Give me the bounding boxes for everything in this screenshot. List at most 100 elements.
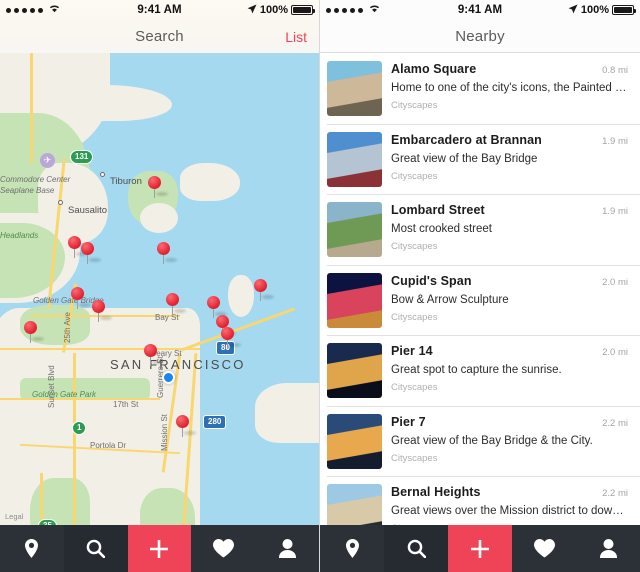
place-description: Great view of the Bay Bridge <box>391 152 538 165</box>
map-pin[interactable] <box>221 327 241 349</box>
tab-profile[interactable] <box>255 525 319 572</box>
map-view[interactable]: ✈ 13113580280TiburonSausalitoCommodore C… <box>0 53 319 525</box>
place-thumbnail <box>327 131 382 187</box>
map-land-angel <box>140 203 178 233</box>
plus-icon <box>149 539 169 559</box>
heart-icon <box>533 539 555 558</box>
map-pin[interactable] <box>144 344 164 366</box>
map-pin[interactable] <box>24 321 44 343</box>
place-category: Cityscapes <box>391 170 438 182</box>
list-item[interactable]: Pier 14 2.0 mi Great spot to capture the s… <box>320 335 640 406</box>
tab-map[interactable] <box>320 525 384 572</box>
list-item[interactable]: Pier 7 2.2 mi Great view of the Bay Bridge… <box>320 405 640 477</box>
map-pin-icon <box>23 539 40 558</box>
map-label-golden-gate-park: Golden Gate Park <box>32 390 97 399</box>
place-category: Cityscapes <box>391 100 438 111</box>
tab-add[interactable] <box>127 525 192 572</box>
place-thumbnail <box>327 202 382 257</box>
map-label-mission-st: Mission St <box>160 414 169 451</box>
place-description: Great views over the Mission district to… <box>391 505 628 517</box>
tab-favorites[interactable] <box>191 525 256 572</box>
map-pin[interactable] <box>166 293 186 315</box>
tab-bar-right[interactable] <box>320 525 640 572</box>
map-green-southhills <box>30 478 90 525</box>
place-description: Great spot to capture the sunrise. <box>391 364 562 376</box>
list-toggle-button[interactable]: List <box>285 29 307 45</box>
map-land-north <box>180 163 240 201</box>
place-thumbnail <box>327 484 382 525</box>
tab-add[interactable] <box>448 525 512 572</box>
current-location-dot <box>162 371 175 384</box>
place-category: Cityscapes <box>391 311 438 323</box>
place-distance: 1.9 mi <box>602 206 628 217</box>
plus-icon <box>470 539 490 559</box>
place-description: Home to one of the city's icons, the Pai… <box>391 82 628 94</box>
place-title: Alamo Square <box>391 62 477 76</box>
place-title: Pier 7 <box>391 414 426 429</box>
map-pin[interactable] <box>157 242 177 264</box>
tab-profile[interactable] <box>576 525 640 572</box>
battery-icon <box>291 5 315 15</box>
person-icon <box>278 539 296 558</box>
place-title: Pier 14 <box>391 344 433 358</box>
map-pin[interactable] <box>148 176 168 198</box>
place-distance: 2.2 mi <box>602 417 628 429</box>
map-pin[interactable] <box>176 415 196 437</box>
list-item[interactable]: Lombard Street 1.9 mi Most crooked street C… <box>320 194 640 265</box>
tab-map[interactable] <box>0 525 64 572</box>
list-item[interactable]: Cupid's Span 2.0 mi Bow & Arrow Sculpture C… <box>320 264 640 336</box>
status-bar-right: 9:41 AM 100% <box>320 0 640 20</box>
map-pin[interactable] <box>71 287 91 309</box>
map-pin[interactable] <box>81 242 101 264</box>
map-pin[interactable] <box>207 296 227 318</box>
list-item-body: Pier 14 2.0 mi Great spot to capture the s… <box>391 343 628 406</box>
map-poi-sausalito <box>58 200 63 205</box>
map-pin[interactable] <box>68 236 88 258</box>
place-distance: 2.0 mi <box>602 276 628 288</box>
person-icon <box>599 539 617 558</box>
airport-icon: ✈ <box>40 153 55 168</box>
place-category: Cityscapes <box>391 382 438 393</box>
list-item[interactable]: Embarcadero at Brannan 1.9 mi Great view o… <box>320 123 640 195</box>
place-description: Great view of the Bay Bridge & the City. <box>391 434 593 447</box>
tab-bar-left[interactable] <box>0 525 319 572</box>
place-distance: 2.2 mi <box>602 488 628 499</box>
map-pin[interactable] <box>92 300 112 322</box>
map-label-25th-ave: 25th Ave <box>63 312 72 343</box>
map-canvas[interactable]: ✈ 13113580280TiburonSausalitoCommodore C… <box>0 53 319 525</box>
place-distance: 2.0 mi <box>602 347 628 358</box>
map-land-eastbay <box>255 383 319 443</box>
place-category: Cityscapes <box>391 241 438 252</box>
place-distance: 1.9 mi <box>602 135 628 147</box>
place-thumbnail <box>327 61 382 116</box>
list-item-body: Embarcadero at Brannan 1.9 mi Great view o… <box>391 132 628 195</box>
map-land-treasure <box>228 275 254 317</box>
place-category: Cityscapes <box>391 452 438 464</box>
list-item-body: Alamo Square 0.8 mi Home to one of the cit… <box>391 61 628 124</box>
page-title-search: Search <box>135 28 184 45</box>
place-thumbnail <box>327 343 382 398</box>
place-title: Bernal Heights <box>391 485 481 499</box>
list-item-body: Cupid's Span 2.0 mi Bow & Arrow Sculpture C… <box>391 273 628 336</box>
list-item[interactable]: Bernal Heights 2.2 mi Great views over the… <box>320 476 640 525</box>
map-label-bay-st: Bay St <box>155 313 179 322</box>
map-road-101-north <box>30 53 33 163</box>
map-pin[interactable] <box>254 279 274 301</box>
map-road-35 <box>40 473 43 525</box>
nearby-list[interactable]: Alamo Square 0.8 mi Home to one of the cit… <box>320 53 640 525</box>
place-description: Most crooked street <box>391 223 492 235</box>
map-road-1-sunset <box>73 353 76 525</box>
tab-favorites[interactable] <box>512 525 576 572</box>
map-label-280: 280 <box>203 415 227 429</box>
tab-search[interactable] <box>63 525 128 572</box>
status-time-right: 9:41 AM <box>457 4 503 16</box>
place-thumbnail <box>327 413 382 469</box>
nav-bar-right: Nearby <box>320 20 640 53</box>
list-item[interactable]: Alamo Square 0.8 mi Home to one of the cit… <box>320 53 640 124</box>
map-legal-link[interactable]: Legal <box>5 512 23 521</box>
tab-search[interactable] <box>384 525 448 572</box>
map-label-portola-dr: Portola Dr <box>90 441 127 450</box>
search-icon <box>86 539 106 558</box>
status-time-left: 9:41 AM <box>137 4 182 16</box>
map-label-san-francisco: SAN FRANCISCO <box>110 357 246 372</box>
